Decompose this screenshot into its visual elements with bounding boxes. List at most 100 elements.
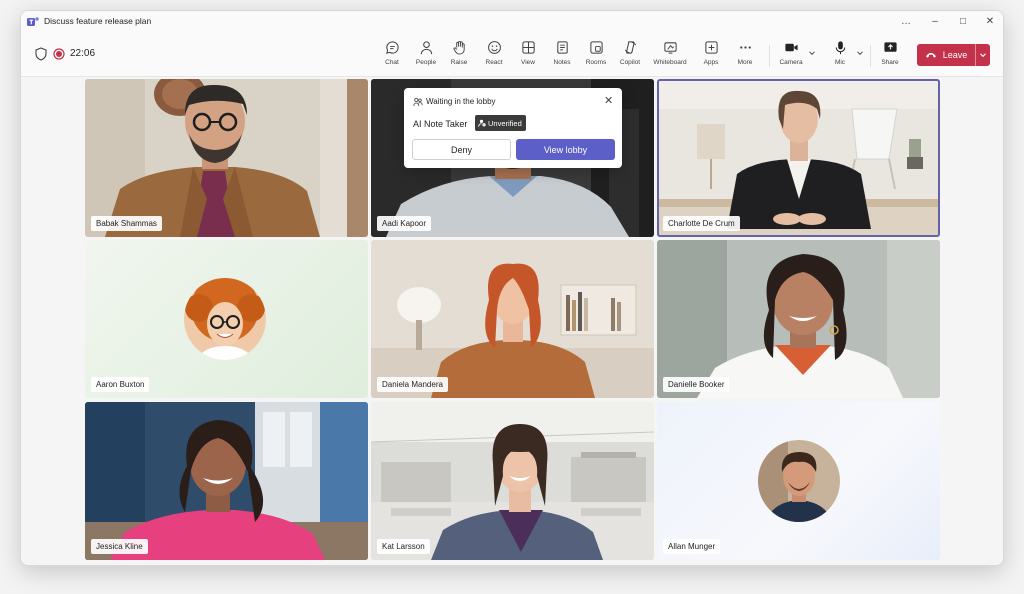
chat-icon — [385, 41, 399, 54]
participant-video — [85, 402, 368, 560]
unverified-badge: Unverified — [475, 115, 526, 131]
leave-label: Leave — [942, 50, 968, 60]
share-button[interactable]: Share — [873, 40, 907, 72]
chat-button[interactable]: Chat — [375, 40, 409, 72]
camera-options-chevron-down-icon[interactable] — [808, 49, 816, 57]
apps-icon — [704, 41, 718, 54]
people-waiting-icon — [413, 97, 423, 107]
badge-label: Unverified — [488, 118, 522, 128]
mic-options-chevron-down-icon[interactable] — [856, 49, 864, 57]
close-window-button[interactable]: ✕ — [983, 15, 997, 29]
participant-video — [371, 240, 654, 398]
view-lobby-button[interactable]: View lobby — [516, 139, 615, 160]
participant-name-tag: Kat Larsson — [377, 539, 430, 554]
leave-options-button[interactable] — [975, 44, 990, 66]
participant-name-tag: Jessica Kline — [91, 539, 148, 554]
camera-label: Camera — [779, 59, 803, 66]
meeting-timer: 22:06 — [70, 48, 96, 59]
camera-button[interactable]: Camera — [774, 40, 808, 72]
lobby-title: Waiting in the lobby — [426, 97, 496, 106]
deny-button[interactable]: Deny — [412, 139, 511, 160]
recording-icon — [53, 48, 65, 60]
video-tile-allan-munger[interactable]: Allan Munger — [657, 402, 940, 560]
window-more-button[interactable]: … — [899, 15, 913, 29]
more-icon — [739, 46, 751, 49]
participant-name-tag: Daniela Mandera — [377, 377, 448, 392]
lobby-person-name: AI Note Taker — [413, 119, 468, 129]
participant-name-tag: Babak Shammas — [91, 216, 162, 231]
title-bar: Discuss feature release plan … – □ ✕ — [21, 11, 1003, 33]
whiteboard-icon — [663, 42, 677, 54]
avatar — [184, 278, 266, 360]
raise-label: Raise — [450, 59, 468, 66]
share-screen-icon — [883, 42, 897, 52]
react-label: React — [485, 59, 503, 66]
people-button[interactable]: People — [409, 40, 443, 72]
video-tile-danielle-booker[interactable]: Danielle Booker — [657, 240, 940, 398]
share-label: Share — [881, 59, 899, 66]
lobby-notification: Waiting in the lobby ✕ AI Note Taker Unv… — [404, 88, 622, 168]
leave-button[interactable]: Leave — [917, 44, 975, 66]
whiteboard-button[interactable]: Whiteboard — [653, 40, 687, 72]
apps-label: Apps — [703, 59, 719, 66]
teams-meeting-window: Discuss feature release plan … – □ ✕ 22:… — [20, 10, 1004, 566]
smiley-icon — [487, 41, 501, 54]
grid-view-icon — [521, 41, 535, 54]
rooms-button[interactable]: Rooms — [579, 40, 613, 72]
participant-video — [657, 240, 940, 398]
more-label: More — [737, 59, 753, 66]
teams-logo-icon — [27, 17, 39, 26]
meeting-toolbar: 22:06 Chat People Raise React View Notes… — [21, 33, 1003, 77]
video-tile-aaron-buxton[interactable]: Aaron Buxton — [85, 240, 368, 398]
maximize-button[interactable]: □ — [956, 15, 970, 29]
avatar — [758, 440, 840, 522]
mic-button[interactable]: Mic — [823, 40, 857, 72]
shield-icon[interactable] — [35, 47, 47, 61]
react-button[interactable]: React — [477, 40, 511, 72]
video-tile-daniela-mandera[interactable]: Daniela Mandera — [371, 240, 654, 398]
participant-video — [85, 79, 368, 237]
whiteboard-label: Whiteboard — [653, 59, 687, 66]
video-tile-jessica-kline[interactable]: Jessica Kline — [85, 402, 368, 560]
raise-hand-button[interactable]: Raise — [442, 40, 476, 72]
participant-video — [371, 402, 654, 560]
unverified-person-icon — [478, 119, 486, 127]
mic-label: Mic — [834, 59, 846, 66]
participant-name-tag: Charlotte De Crum — [663, 216, 740, 231]
participant-name-tag: Aadi Kapoor — [377, 216, 432, 231]
microphone-icon — [835, 41, 845, 55]
more-button[interactable]: More — [728, 40, 762, 72]
participant-video — [657, 79, 940, 237]
minimize-button[interactable]: – — [928, 15, 942, 29]
video-tile-kat-larsson[interactable]: Kat Larsson — [371, 402, 654, 560]
participant-avatar-image — [758, 440, 840, 522]
copilot-button[interactable]: Copilot — [613, 40, 647, 72]
chat-label: Chat — [385, 59, 399, 66]
leave-button-group: Leave — [917, 44, 990, 66]
copilot-icon — [624, 41, 636, 54]
window-title: Discuss feature release plan — [44, 16, 152, 26]
participant-name-tag: Danielle Booker — [663, 377, 730, 392]
participant-name-tag: Allan Munger — [663, 539, 721, 554]
apps-button[interactable]: Apps — [694, 40, 728, 72]
raise-hand-icon — [453, 40, 465, 55]
people-icon — [420, 41, 432, 55]
hang-up-phone-icon — [925, 53, 936, 58]
camera-icon — [784, 43, 798, 52]
notes-icon — [556, 41, 568, 54]
people-label: People — [415, 59, 437, 66]
view-button[interactable]: View — [511, 40, 545, 72]
rooms-label: Rooms — [585, 59, 607, 66]
copilot-label: Copilot — [619, 59, 641, 66]
view-label: View — [521, 59, 535, 66]
participant-name-tag: Aaron Buxton — [91, 377, 150, 392]
video-tile-charlotte-de-crum[interactable]: Charlotte De Crum — [657, 79, 940, 237]
video-tile-babak-shammas[interactable]: Babak Shammas — [85, 79, 368, 237]
rooms-icon — [589, 41, 603, 54]
notes-button[interactable]: Notes — [545, 40, 579, 72]
toolbar-separator — [870, 45, 871, 67]
notes-label: Notes — [553, 59, 571, 66]
toolbar-separator — [769, 45, 770, 67]
participant-avatar-image — [184, 278, 266, 360]
close-icon[interactable]: ✕ — [604, 96, 613, 107]
